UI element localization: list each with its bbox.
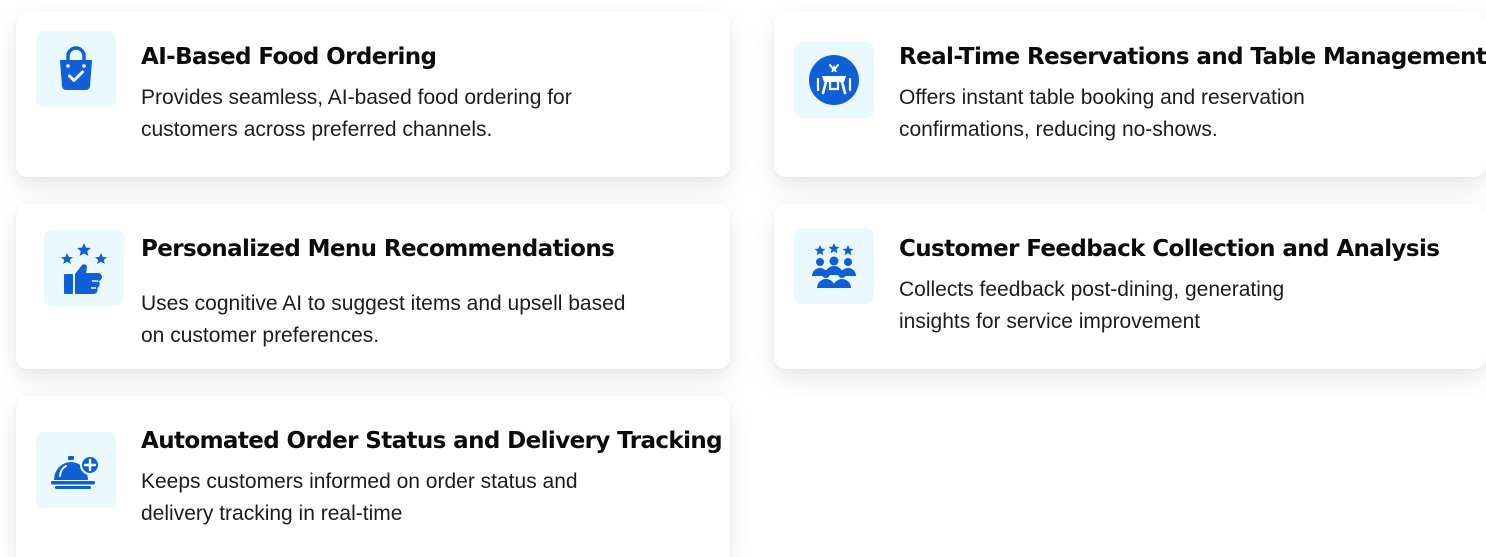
- feature-title: Customer Feedback Collection and Analysi…: [899, 236, 1440, 262]
- feature-description: Keeps customers informed on order status…: [141, 470, 578, 525]
- dining-table-icon: [809, 55, 859, 105]
- feature-description: Uses cognitive AI to suggest items and u…: [141, 292, 626, 347]
- group-stars-icon: [812, 243, 856, 288]
- feature-description: Collects feedback post-dining, generatin…: [899, 278, 1285, 333]
- thumbs-up-stars-icon: [61, 243, 107, 294]
- icon-tile: [794, 42, 874, 118]
- feature-title: Personalized Menu Recommendations: [141, 236, 615, 262]
- feature-card-ai-food-ordering: AI-Based Food Ordering Provides seamless…: [16, 12, 730, 177]
- feature-description: Provides seamless, AI-based food orderin…: [141, 86, 572, 141]
- icon-tile: [36, 432, 116, 508]
- feature-card-order-tracking: Automated Order Status and Delivery Trac…: [16, 396, 730, 557]
- feature-card-table-reservations: Real-Time Reservations and Table Managem…: [774, 12, 1486, 177]
- feature-title: Automated Order Status and Delivery Trac…: [141, 428, 723, 454]
- food-cloche-plus-icon: [51, 455, 100, 489]
- feature-title: AI-Based Food Ordering: [141, 44, 437, 70]
- feature-card-feedback-analysis: Customer Feedback Collection and Analysi…: [774, 204, 1486, 369]
- shopping-bag-check-icon: [60, 46, 92, 90]
- feature-description: Offers instant table booking and reserva…: [899, 86, 1305, 141]
- icon-tile: [794, 228, 874, 304]
- feature-title: Real-Time Reservations and Table Managem…: [899, 44, 1486, 70]
- icon-tile: [36, 31, 116, 107]
- icon-tile: [44, 230, 124, 306]
- feature-card-menu-recommendations: Personalized Menu Recommendations Uses c…: [16, 204, 730, 369]
